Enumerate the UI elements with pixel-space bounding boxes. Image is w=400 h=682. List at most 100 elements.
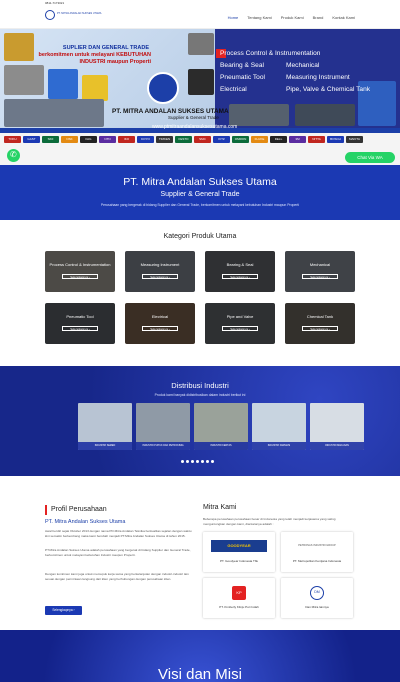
intro-section: PT. Mitra Andalan Sukses Utama Supplier …: [0, 165, 400, 220]
product-image: [4, 99, 104, 127]
category-label: Electrical: [151, 314, 169, 319]
nav-brand[interactable]: Brand: [313, 15, 324, 20]
brand-logo: NSK: [61, 136, 78, 143]
company-logo[interactable]: PT. MITRA ANDALAN SUKSES UTAMA: [45, 10, 101, 26]
brand-logo: TIMKEN: [156, 136, 173, 143]
product-image: [4, 65, 44, 95]
category-tile[interactable]: Process Control & Instrumentation Seleng…: [45, 251, 115, 292]
partner-name: Dan Mitra lainnya: [305, 605, 329, 609]
brand-logo: KOYO: [137, 136, 154, 143]
product-image: [82, 75, 108, 101]
partner-card[interactable]: DM Dan Mitra lainnya: [281, 578, 353, 618]
brand-logo: OMRON: [232, 136, 249, 143]
industry-card[interactable]: INDUSTRI SEMEN: [78, 403, 132, 450]
vision-mission-title: Visi dan Misi: [158, 666, 242, 682]
hero-category: Process Control & Instrumentation: [220, 50, 321, 57]
nav-home[interactable]: Home: [228, 15, 239, 20]
hero-category: Electrical: [220, 86, 247, 93]
category-label: Process Control & Instrumentation: [49, 262, 111, 267]
category-tile[interactable]: Pneumatic Tool Selengkapnya ›: [45, 303, 115, 344]
partner-card[interactable]: GOODYEAR PT. Goodyear Indonesia Tbk: [203, 532, 275, 572]
carousel-dot[interactable]: [181, 460, 184, 463]
industry-card[interactable]: INDUSTRI MAKANAN: [310, 403, 364, 450]
category-tile[interactable]: Mechanical Selengkapnya ›: [285, 251, 355, 292]
intro-description: Perusahaan yang bergerak di bidang Suppl…: [100, 203, 300, 207]
carousel-dot[interactable]: [196, 460, 199, 463]
category-more-button[interactable]: Selengkapnya ›: [222, 274, 258, 279]
whatsapp-chat-button[interactable]: Chat Via WA: [345, 152, 395, 163]
profile-section: Profil Perusahaan PT. Mitra Andalan Suks…: [0, 476, 400, 630]
top-bar: 0811-7173021: [0, 0, 400, 7]
hero-tagline-sub: berkomitmen untuk melayani KEBUTUHAN IND…: [38, 52, 151, 65]
carousel-dot[interactable]: [206, 460, 209, 463]
partner-name: PT. Kimberly Klinju Puri Indah: [219, 605, 259, 609]
profile-paragraph: Awal berdiri sejak Oktober 2013 dengan n…: [45, 529, 192, 538]
hero-banner: SUPLIER DAN GENERAL TRADE berkomitmen un…: [0, 29, 400, 165]
logo-text: PT. MITRA ANDALAN SUKSES UTAMA: [57, 12, 102, 15]
carousel-dot[interactable]: [191, 460, 194, 463]
category-more-button[interactable]: Selengkapnya ›: [142, 274, 178, 279]
hero-company-name: PT. MITRA ANDALAN SUKSES UTAMA: [112, 108, 229, 115]
vision-mission-section: Visi dan Misi: [0, 630, 400, 682]
carousel-dots: [181, 460, 214, 463]
category-more-button[interactable]: Selengkapnya ›: [142, 326, 178, 331]
hero-url[interactable]: www.ptmitraandalansuksesutama.com: [152, 124, 237, 130]
profile-heading: Profil Perusahaan: [51, 506, 107, 513]
hero-category: Measuring Instrument: [286, 74, 350, 81]
industry-card[interactable]: INDUSTRI FARMASI: [252, 403, 306, 450]
heading-accent-bar: [45, 505, 47, 515]
industry-card[interactable]: INDUSTRI PUPUK DAN PETROKIMIA: [136, 403, 190, 450]
partner-card[interactable]: KP PT. Kimberly Klinju Puri Indah: [203, 578, 275, 618]
partner-name: PT. Metropolitan Kentjana Indonesia: [292, 559, 342, 563]
hero-category: Mechanical: [286, 62, 320, 69]
category-label: Chemical Tank: [306, 314, 334, 319]
nav-kontak-kami[interactable]: Kontak Kami: [332, 15, 355, 20]
main-nav: Home Tentang Kami Produk Kami Brand Kont…: [228, 15, 355, 20]
brand-logo: NITTA: [308, 136, 325, 143]
product-image: [295, 104, 355, 126]
profile-paragraph: PT.Mitra Andalan Sukses Utama adalah per…: [45, 548, 191, 557]
industry-caption: INDUSTRI KERTAS: [194, 442, 248, 450]
category-label: Mechanical: [309, 262, 331, 267]
category-tile[interactable]: Pipe and Valve Selengkapnya ›: [205, 303, 275, 344]
distribution-section: Distribusi Industri Produk kami banyak d…: [0, 366, 400, 476]
category-label: Pipe and Valve: [226, 314, 254, 319]
whatsapp-icon[interactable]: [7, 149, 20, 162]
product-image: [229, 104, 289, 126]
hero-company-sub: Supplier & General Trade: [168, 115, 219, 120]
partner-logo: GOODYEAR: [211, 540, 267, 552]
category-tile[interactable]: Measuring Instrument Selengkapnya ›: [125, 251, 195, 292]
partner-logo: PETRONAS INDUSTRI GROUP: [289, 540, 345, 552]
industry-caption: INDUSTRI SEMEN: [78, 442, 132, 450]
company-emblem-icon: [147, 72, 179, 104]
category-more-button[interactable]: Selengkapnya ›: [302, 326, 338, 331]
product-image: [188, 33, 214, 55]
brand-logo: BOSCH: [327, 136, 344, 143]
industry-caption: INDUSTRI MAKANAN: [310, 442, 364, 450]
carousel-dot[interactable]: [211, 460, 214, 463]
brand-logo: 3M: [289, 136, 306, 143]
nav-produk-kami[interactable]: Produk Kami: [281, 15, 304, 20]
category-label: Measuring Instrument: [140, 262, 180, 267]
carousel-dot[interactable]: [201, 460, 204, 463]
brand-logo: KITZ: [213, 136, 230, 143]
profile-paragraph: Dengan komitmen kami juga untuk memupuk …: [45, 572, 189, 581]
brand-logo: SMC: [194, 136, 211, 143]
category-more-button[interactable]: Selengkapnya ›: [222, 326, 258, 331]
category-section-title: Kategori Produk Utama: [163, 233, 237, 240]
category-more-button[interactable]: Selengkapnya ›: [302, 274, 338, 279]
category-more-button[interactable]: Selengkapnya ›: [62, 326, 98, 331]
category-tile[interactable]: Bearing & Seal Selengkapnya ›: [205, 251, 275, 292]
distribution-subtitle: Produk kami banyak didistribusikan dalam…: [154, 393, 246, 397]
profile-more-button[interactable]: Selengkapnya ›: [45, 606, 82, 615]
category-tile[interactable]: Electrical Selengkapnya ›: [125, 303, 195, 344]
category-tile[interactable]: Chemical Tank Selengkapnya ›: [285, 303, 355, 344]
partner-card[interactable]: PETRONAS INDUSTRI GROUP PT. Metropolitan…: [281, 532, 353, 572]
industry-card[interactable]: INDUSTRI KERTAS: [194, 403, 248, 450]
product-image: [48, 69, 78, 99]
carousel-dot[interactable]: [186, 460, 189, 463]
category-more-button[interactable]: Selengkapnya ›: [62, 274, 98, 279]
phone-number[interactable]: 0811-7173021: [45, 1, 64, 5]
nav-tentang-kami[interactable]: Tentang Kami: [247, 15, 271, 20]
partner-logo: KP: [232, 586, 246, 600]
